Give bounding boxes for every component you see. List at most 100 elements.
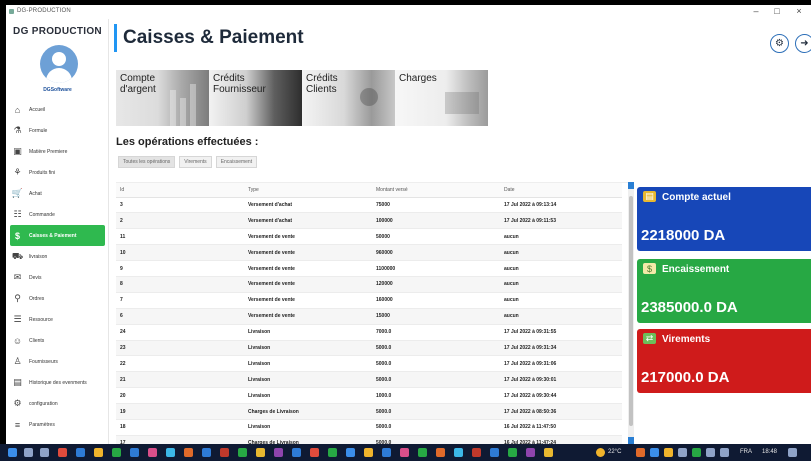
app-icon[interactable]: [166, 448, 175, 457]
sidebar-item-10[interactable]: ☰ Ressource: [10, 309, 105, 330]
filter-virements-button[interactable]: Virements: [179, 156, 212, 168]
tile-charges[interactable]: Charges: [395, 70, 488, 126]
table-row[interactable]: 22 Livraison 5000.0 17 Jul 2022 à 09:31:06: [116, 355, 622, 373]
tray-icon[interactable]: [720, 448, 729, 457]
app-icon[interactable]: [382, 448, 391, 457]
table-row[interactable]: 7 Versement de vente 160000 aucun: [116, 292, 622, 309]
app-icon[interactable]: [256, 448, 265, 457]
app-icon[interactable]: [472, 448, 481, 457]
sidebar-item-14[interactable]: ⚙ configuration: [10, 393, 105, 414]
table-row[interactable]: 2 Versement d'achat 100000 17 Jul 2022 à 09…: [116, 212, 622, 230]
table-row[interactable]: 11 Versement de vente 50000 aucun: [116, 228, 622, 246]
column-header-date[interactable]: Date: [500, 183, 622, 198]
tray-icon[interactable]: [664, 448, 673, 457]
close-button[interactable]: ×: [790, 6, 808, 16]
weather-icon[interactable]: [596, 448, 605, 457]
app-icon[interactable]: [112, 448, 121, 457]
column-header-amount[interactable]: Montant versé: [372, 183, 500, 198]
sidebar-item-12[interactable]: ♙ Fournisseurs: [10, 351, 105, 372]
table-row[interactable]: 6 Versement de vente 15000 aucun: [116, 308, 622, 325]
tile-compte-argent[interactable]: Compte d'argent: [116, 70, 209, 126]
clock[interactable]: 18:48: [762, 449, 777, 455]
sidebar-item-1[interactable]: ⚗ Formule: [10, 120, 105, 141]
tray-icon[interactable]: [650, 448, 659, 457]
table-row[interactable]: 3 Versement d'achat 75000 17 Jul 2022 à 09:…: [116, 197, 622, 214]
tray-icon[interactable]: [636, 448, 645, 457]
cell-type: Livraison: [244, 371, 372, 389]
card-encaissement[interactable]: $ Encaissement 2385000.0 DA: [637, 259, 811, 323]
language-indicator[interactable]: FRA: [740, 449, 752, 455]
card-compte-actuel[interactable]: ▤ Compte actuel 2218000 DA: [637, 187, 811, 251]
column-header-id[interactable]: Id: [116, 183, 244, 198]
tile-credits-fournisseur[interactable]: Crédits Fournisseur: [209, 70, 302, 126]
tray-icon[interactable]: [692, 448, 701, 457]
sidebar-item-9[interactable]: ⚲ Ordres: [10, 288, 105, 309]
app-icon[interactable]: [346, 448, 355, 457]
app-icon[interactable]: [202, 448, 211, 457]
sidebar-item-2[interactable]: ▣ Matière Premiere: [10, 141, 105, 162]
sidebar-item-7[interactable]: ⛟ livraison: [10, 246, 105, 267]
task-view-icon[interactable]: [40, 448, 49, 457]
app-icon[interactable]: [184, 448, 193, 457]
app-icon[interactable]: [220, 448, 229, 457]
app-icon[interactable]: [544, 448, 553, 457]
app-icon[interactable]: [274, 448, 283, 457]
settings-button[interactable]: ⚙: [770, 34, 789, 53]
scroll-down-arrow[interactable]: [628, 437, 634, 444]
app-icon[interactable]: [238, 448, 247, 457]
sidebar-item-11[interactable]: ☺ Clients: [10, 330, 105, 351]
table-row[interactable]: 23 Livraison 5000.0 17 Jul 2022 à 09:31:34: [116, 340, 622, 357]
sidebar-item-3[interactable]: ⚘ Produits fini: [10, 162, 105, 183]
table-row[interactable]: 18 Livraison 5000.0 16 Jul 2022 à 11:47:50: [116, 419, 622, 436]
sidebar-item-8[interactable]: ✉ Devis: [10, 267, 105, 288]
search-icon[interactable]: [24, 448, 33, 457]
tray-icon[interactable]: [678, 448, 687, 457]
app-icon[interactable]: [490, 448, 499, 457]
app-icon[interactable]: [328, 448, 337, 457]
app-icon[interactable]: [436, 448, 445, 457]
filter-all-button[interactable]: Toutes les opérations: [118, 156, 176, 168]
column-header-type[interactable]: Type: [244, 183, 372, 198]
tile-credits-clients[interactable]: Crédits Clients: [302, 70, 395, 126]
card-virements[interactable]: ⇄ Virements 217000.0 DA: [637, 329, 811, 393]
app-icon[interactable]: [508, 448, 517, 457]
maximize-button[interactable]: □: [768, 6, 786, 16]
table-row[interactable]: 24 Livraison 7000.0 17 Jul 2022 à 09:31:55: [116, 324, 622, 341]
scroll-thumb[interactable]: [629, 196, 633, 426]
minimize-button[interactable]: –: [747, 6, 765, 16]
avatar[interactable]: [40, 45, 78, 83]
notification-icon[interactable]: [788, 448, 797, 457]
app-icon[interactable]: [130, 448, 139, 457]
start-icon[interactable]: [8, 448, 17, 457]
app-icon[interactable]: [94, 448, 103, 457]
app-icon[interactable]: [292, 448, 301, 457]
app-icon[interactable]: [418, 448, 427, 457]
table-scrollbar[interactable]: [628, 182, 634, 444]
app-icon[interactable]: [364, 448, 373, 457]
table-row[interactable]: 19 Charges de Livraison 5000.0 17 Jul 2022 …: [116, 403, 622, 420]
sidebar-item-0[interactable]: ⌂ Accueil: [10, 99, 105, 120]
app-icon[interactable]: [526, 448, 535, 457]
sidebar-item-5[interactable]: ☷ Commande: [10, 204, 105, 225]
table-row[interactable]: 9 Versement de vente 1100000 aucun: [116, 260, 622, 277]
table-row[interactable]: 10 Versement de vente 960000 aucun: [116, 244, 622, 262]
scroll-up-arrow[interactable]: [628, 182, 634, 189]
app-icon[interactable]: [310, 448, 319, 457]
sidebar-item-15[interactable]: ≡ Paramètres: [10, 414, 105, 435]
table-row[interactable]: 20 Livraison 1000.0 17 Jul 2022 à 09:30:44: [116, 387, 622, 405]
app-icon[interactable]: [76, 448, 85, 457]
sidebar-item-13[interactable]: ▤ Historique des evenments: [10, 372, 105, 393]
tray-icon[interactable]: [706, 448, 715, 457]
app-icon[interactable]: [148, 448, 157, 457]
table-row[interactable]: 8 Versement de vente 120000 aucun: [116, 276, 622, 293]
table-row[interactable]: 17 Charges de Livraison 5000.0 16 Jul 2022 …: [116, 435, 622, 444]
table-header-row: Id Type Montant versé Date: [116, 183, 622, 198]
app-icon[interactable]: [454, 448, 463, 457]
logout-button[interactable]: ➜: [795, 34, 811, 53]
sidebar-item-6[interactable]: $ Caisses & Paiement: [10, 225, 105, 246]
filter-encaissement-button[interactable]: Encaissement: [215, 156, 258, 168]
sidebar-item-4[interactable]: 🛒 Achat: [10, 183, 105, 204]
table-row[interactable]: 21 Livraison 5000.0 17 Jul 2022 à 09:30:01: [116, 371, 622, 389]
app-icon[interactable]: [400, 448, 409, 457]
app-icon[interactable]: [58, 448, 67, 457]
